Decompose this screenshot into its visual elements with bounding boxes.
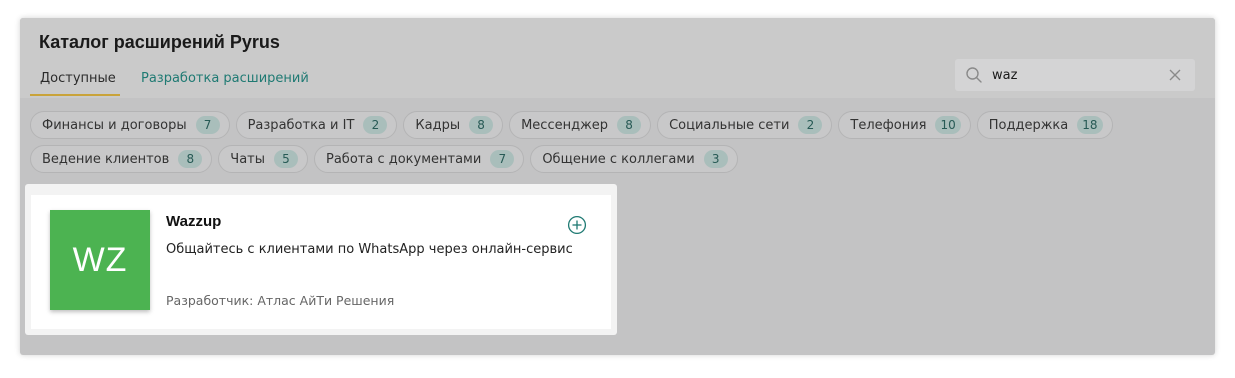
category-count-badge: 7 — [490, 150, 515, 168]
category-filters: Финансы и договоры 7 Разработка и IT 2 К… — [30, 111, 1210, 179]
category-chip-development-it[interactable]: Разработка и IT 2 — [235, 111, 398, 139]
category-label: Мессенджер — [521, 117, 609, 133]
tab-available[interactable]: Доступные — [40, 71, 116, 86]
category-chip-client-management[interactable]: Ведение клиентов 8 — [30, 145, 213, 173]
category-count-badge: 18 — [1077, 116, 1103, 134]
category-count-badge: 8 — [617, 116, 642, 134]
category-label: Чаты — [230, 151, 265, 167]
plus-circle-icon[interactable] — [567, 215, 587, 235]
search-input[interactable] — [992, 63, 1162, 87]
catalog-panel: Каталог расширений Pyrus Доступные Разра… — [20, 18, 1215, 355]
search-box[interactable] — [955, 59, 1195, 91]
category-label: Общение с коллегами — [542, 151, 695, 167]
extension-card-wazzup[interactable]: WZ Wazzup Общайтесь с клиентами по Whats… — [31, 195, 611, 329]
category-chip-hr[interactable]: Кадры 8 — [403, 111, 504, 139]
category-chip-support[interactable]: Поддержка 18 — [976, 111, 1113, 139]
category-chip-colleagues[interactable]: Общение с коллегами 3 — [530, 145, 738, 173]
category-chip-documents[interactable]: Работа с документами 7 — [314, 145, 525, 173]
category-label: Работа с документами — [326, 151, 482, 167]
catalog-header: Каталог расширений Pyrus Доступные Разра… — [20, 18, 1215, 98]
category-label: Телефония — [850, 117, 927, 133]
category-chip-social-networks[interactable]: Социальные сети 2 — [657, 111, 833, 139]
category-label: Ведение клиентов — [42, 151, 170, 167]
category-chip-finance[interactable]: Финансы и договоры 7 — [30, 111, 230, 139]
close-icon[interactable] — [1168, 68, 1182, 82]
category-label: Разработка и IT — [247, 117, 355, 133]
extension-logo: WZ — [50, 210, 150, 310]
extension-description: Общайтесь с клиентами по WhatsApp через … — [166, 242, 573, 257]
category-label: Кадры — [415, 117, 461, 133]
category-count-badge: 10 — [935, 116, 961, 134]
search-icon — [966, 67, 982, 83]
category-label: Финансы и договоры — [42, 117, 187, 133]
category-count-badge: 2 — [363, 116, 388, 134]
category-count-badge: 2 — [798, 116, 823, 134]
category-count-badge: 3 — [703, 150, 728, 168]
category-chip-chats[interactable]: Чаты 5 — [218, 145, 308, 173]
extension-developer: Разработчик: Атлас АйТи Решения — [166, 293, 395, 308]
category-count-badge: 8 — [178, 150, 203, 168]
logo-text: WZ — [72, 240, 128, 279]
category-chip-telephony[interactable]: Телефония 10 — [838, 111, 971, 139]
tab-extension-development[interactable]: Разработка расширений — [141, 71, 309, 86]
category-label: Поддержка — [988, 117, 1069, 133]
category-row: Ведение клиентов 8 Чаты 5 Работа с докум… — [30, 145, 1210, 173]
active-tab-indicator — [30, 94, 120, 96]
category-count-badge: 8 — [469, 116, 494, 134]
page-title: Каталог расширений Pyrus — [39, 32, 280, 52]
category-row: Финансы и договоры 7 Разработка и IT 2 К… — [30, 111, 1210, 139]
extension-name[interactable]: Wazzup — [166, 213, 221, 230]
category-count-badge: 5 — [274, 150, 298, 168]
category-chip-messenger[interactable]: Мессенджер 8 — [509, 111, 652, 139]
category-label: Социальные сети — [669, 117, 790, 133]
category-count-badge: 7 — [195, 116, 220, 134]
